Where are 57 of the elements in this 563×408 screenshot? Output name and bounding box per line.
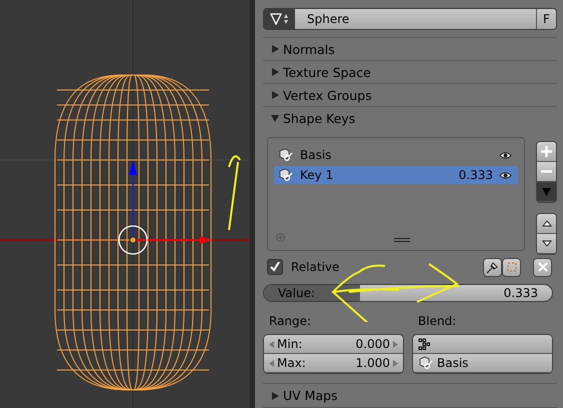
shape-key-name: Key 1 [300,168,334,182]
pin-button[interactable] [483,258,502,277]
shape-key-value: 0.333 [458,168,493,182]
panel-title: Vertex Groups [283,88,372,103]
collapsed-triangle-icon [271,45,279,54]
shape-key-item[interactable]: Key 1 0.333 [274,166,518,184]
mesh-triangle-icon [268,12,290,26]
expanded-triangle-icon [271,114,279,122]
collapsed-triangle-icon [271,91,279,100]
mesh-datablock-field[interactable]: Sphere F [263,8,557,30]
down-triangle-icon [542,187,551,196]
relative-key-field[interactable]: Basis [413,354,552,374]
remove-button[interactable] [537,162,556,182]
collapsed-triangle-icon [271,392,279,400]
shape-key-item[interactable]: Basis [274,146,518,164]
move-up-button[interactable] [537,214,556,234]
value-reading: 0.333 [504,286,538,300]
panel-title: UV Maps [283,388,338,404]
value-slider[interactable]: Value: 0.333 [263,284,553,302]
panel-header[interactable]: Texture Space [263,60,557,84]
edit-mode-button[interactable] [502,258,521,277]
panel-header[interactable]: Shape Keys [263,106,557,130]
vertex-group-field[interactable] [413,335,552,354]
range-label: Range: [269,314,312,328]
eye-icon[interactable] [499,150,512,160]
vertex-group-icon [418,338,430,350]
shape-key-icon [278,168,294,182]
fake-user-button[interactable]: F [536,9,556,30]
panel-header[interactable]: Normals [263,37,557,60]
value-label: Value: [278,286,315,300]
shape-key-name: Basis [300,148,332,162]
mesh-type-button[interactable] [264,9,295,30]
panel-header[interactable]: UV Maps [263,383,557,408]
blend-label: Blend: [418,314,458,328]
shape-key-icon [278,148,294,162]
vertex-square-icon [506,261,518,274]
eye-icon[interactable] [499,170,512,180]
add-button[interactable] [537,142,556,162]
panel-title: Texture Space [283,64,371,80]
plus-icon [541,146,552,157]
checkmark-icon [270,262,280,272]
down-triangle-icon [542,240,552,247]
shape-key-icon [418,356,434,370]
panel-title: Shape Keys [283,110,356,126]
move-down-button[interactable] [537,234,556,254]
up-triangle-icon [542,220,552,227]
mesh-name: Sphere [307,12,350,26]
minus-icon [541,170,552,173]
pin-icon [486,260,499,274]
resize-grip-icon[interactable] [394,238,410,242]
collapsed-triangle-icon [271,68,279,76]
relative-checkbox[interactable] [267,259,283,276]
panel-title: Normals [283,42,335,57]
clear-button[interactable] [533,258,552,277]
close-icon [538,262,548,272]
panel-header[interactable]: Vertex Groups [263,83,557,106]
relative-label: Relative [291,260,340,274]
